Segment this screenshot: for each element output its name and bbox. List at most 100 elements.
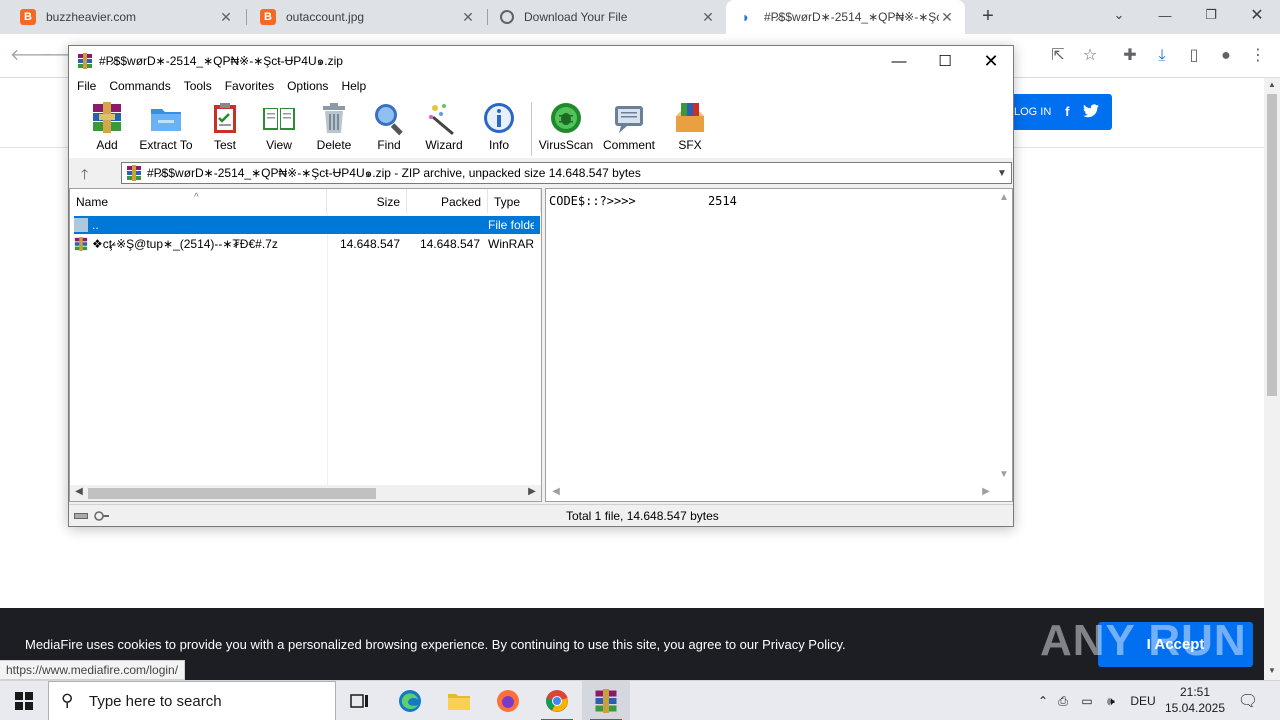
new-tab-button[interactable]: +	[978, 5, 998, 29]
scroll-left-icon[interactable]: ◀	[548, 486, 564, 497]
wizard-label: Wizard	[425, 138, 463, 152]
scroll-left-icon[interactable]: ◀	[71, 486, 87, 497]
close-icon[interactable]: ✕	[460, 9, 476, 26]
download-icon[interactable]: ⤓	[1150, 44, 1174, 68]
comment-code: CODE$::?>>>>	[549, 194, 636, 208]
view-button[interactable]: View	[249, 100, 309, 156]
row-type: WinRAR archive	[488, 237, 534, 251]
up-folder-arrow-icon[interactable]: 🡑	[81, 164, 88, 188]
browser-tab-download[interactable]: Download Your File ✕	[488, 0, 726, 34]
scroll-down-icon[interactable]: ▼	[996, 469, 1012, 480]
twitter-icon[interactable]	[1083, 104, 1100, 120]
extensions-puzzle-icon[interactable]: ✚	[1118, 44, 1142, 68]
taskbar-edge[interactable]	[386, 681, 434, 720]
chevron-down-icon[interactable]: ▼	[993, 168, 1011, 179]
tray-chevron-up-icon[interactable]: ⌃	[1035, 694, 1051, 708]
delete-button[interactable]: Delete	[304, 100, 364, 156]
winrar-statusbar: Total 1 file, 14.648.547 bytes	[69, 504, 1013, 526]
share-icon[interactable]: ⇱	[1046, 44, 1070, 68]
scroll-up-icon[interactable]: ▲	[996, 192, 1012, 203]
archive-path-dropdown[interactable]: #P̷$$wørD∗-2514_∗QP₦※-∗Şcŧ-ɄP4U๑.zip - Z…	[121, 162, 1012, 184]
forward-arrow-icon[interactable]: 🡒	[42, 44, 85, 68]
close-window-icon[interactable]: ✕	[1234, 0, 1280, 30]
scroll-up-icon[interactable]: ▲	[1264, 80, 1280, 89]
browser-tab-active-zip[interactable]: ◗ #P̷$$wørD∗-2514_∗QP₦※-∗Şcŧ-ɄP4U๑.zip ✕	[726, 0, 965, 34]
browser-tab-outaccount[interactable]: B outaccount.jpg ✕	[248, 0, 486, 34]
sfx-button[interactable]: SFX	[660, 100, 720, 156]
info-button[interactable]: Info	[469, 100, 529, 156]
restore-icon[interactable]: ❐	[1188, 0, 1234, 30]
taskbar-firefox[interactable]	[484, 681, 532, 720]
scroll-right-icon[interactable]: ▶	[524, 486, 540, 497]
toolbar-separator	[531, 102, 532, 156]
taskbar-clock[interactable]: 21:51 15.04.2025	[1160, 684, 1230, 716]
browser-tab-strip: B buzzheavier.com ✕ B outaccount.jpg ✕ D…	[0, 0, 1280, 34]
browser-tab-buzzheavier[interactable]: B buzzheavier.com ✕	[8, 0, 244, 34]
volume-icon[interactable]: 🕪	[1099, 694, 1123, 709]
scrollbar-thumb[interactable]	[88, 488, 376, 499]
add-button[interactable]: Add	[77, 100, 137, 156]
notification-center-icon[interactable]: 🗨	[1236, 681, 1260, 720]
taskbar-file-explorer[interactable]	[435, 681, 483, 720]
side-panel-icon[interactable]: ▯	[1182, 44, 1206, 68]
close-icon[interactable]: ✕	[218, 9, 234, 26]
column-packed-header[interactable]: Packed	[407, 189, 488, 213]
test-button[interactable]: Test	[195, 100, 255, 156]
close-icon[interactable]: ✕	[939, 9, 955, 26]
search-icon: ⚲	[61, 691, 74, 710]
menu-favorites[interactable]: Favorites	[225, 79, 274, 93]
wizard-button[interactable]: Wizard	[414, 100, 474, 156]
winrar-title: #P̷$$wørD∗-2514_∗QP₦※-∗Şcŧ-ɄP4U๑.zip	[99, 53, 343, 68]
task-view-button[interactable]	[336, 681, 384, 720]
page-scrollbar[interactable]: ▲ ▼	[1264, 78, 1280, 680]
taskbar-chrome[interactable]	[533, 681, 581, 720]
column-type-header[interactable]: Type	[488, 189, 541, 213]
facebook-icon[interactable]: f	[1059, 104, 1075, 120]
close-icon[interactable]: ✕	[700, 9, 716, 26]
find-button[interactable]: Find	[359, 100, 419, 156]
extract-to-button[interactable]: Extract To	[135, 100, 197, 156]
archive-path-text: #P̷$$wørD∗-2514_∗QP₦※-∗Şcŧ-ɄP4U๑.zip - Z…	[147, 165, 641, 180]
taskbar-search-box[interactable]: ⚲ Type here to search	[48, 681, 336, 720]
menu-help[interactable]: Help	[341, 79, 366, 93]
column-name-header[interactable]: Name ^	[70, 189, 327, 213]
menu-kebab-icon[interactable]: ⋮	[1246, 44, 1270, 68]
close-icon[interactable]: ✕	[968, 46, 1014, 76]
menu-options[interactable]: Options	[287, 79, 328, 93]
add-label: Add	[96, 138, 118, 152]
file-list-pane: Name ^ Size Packed Type .. File folder ❖…	[69, 188, 542, 502]
row-size: 14.648.547	[339, 237, 400, 251]
column-size-header[interactable]: Size	[327, 189, 407, 213]
extract-to-label: Extract To	[139, 138, 193, 152]
table-row[interactable]: .. File folder	[74, 216, 540, 234]
maximize-icon[interactable]: ☐	[922, 46, 968, 76]
test-clipboard-icon	[214, 103, 236, 133]
minimize-icon[interactable]: —	[876, 46, 922, 76]
table-row[interactable]: ❖cţ̷-※Ş@tup∗_(2514)--∗₮Ð€#.7z 14.648.547…	[74, 235, 540, 253]
virusscan-button[interactable]: VirusScan	[536, 100, 596, 156]
test-label: Test	[213, 138, 236, 152]
meet-now-icon[interactable]: ⎙	[1051, 694, 1075, 709]
network-icon[interactable]: ▭	[1075, 694, 1099, 708]
scrollbar-thumb[interactable]	[1267, 94, 1277, 396]
menu-commands[interactable]: Commands	[109, 79, 170, 93]
login-button[interactable]: LOG IN f	[1000, 94, 1112, 130]
menu-file[interactable]: File	[77, 79, 96, 93]
comment-button[interactable]: Comment	[599, 100, 659, 156]
start-button[interactable]	[0, 681, 48, 720]
scroll-right-icon[interactable]: ▶	[978, 486, 994, 497]
tab-search-chevron-icon[interactable]: ⌄	[1096, 0, 1142, 30]
winrar-titlebar[interactable]: #P̷$$wørD∗-2514_∗QP₦※-∗Şcŧ-ɄP4U๑.zip — ☐…	[69, 46, 1013, 76]
back-arrow-icon[interactable]: 🡐	[10, 44, 53, 68]
comment-vscrollbar[interactable]: ▲ ▼	[996, 189, 1012, 485]
minimize-icon[interactable]: —	[1142, 0, 1188, 30]
menu-tools[interactable]: Tools	[184, 79, 212, 93]
taskbar-winrar[interactable]	[582, 681, 630, 720]
comment-hscrollbar[interactable]: ◀ ▶	[546, 485, 996, 501]
file-list-hscrollbar[interactable]: ◀ ▶	[70, 485, 541, 501]
input-language[interactable]: DEU	[1123, 694, 1163, 708]
profile-avatar-icon[interactable]: ●	[1214, 44, 1238, 68]
chrome-icon	[546, 690, 568, 712]
scroll-down-icon[interactable]: ▼	[1264, 666, 1280, 675]
bookmark-star-icon[interactable]: ☆	[1078, 44, 1102, 68]
